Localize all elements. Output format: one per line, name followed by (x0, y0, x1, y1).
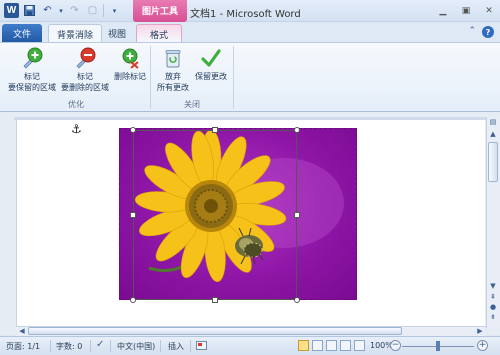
browse-object-icon[interactable]: ● (488, 303, 498, 312)
discard-label-2: 所有更改 (157, 83, 189, 92)
status-separator (110, 340, 111, 352)
group-separator (233, 46, 234, 109)
resize-handle-top-left[interactable] (130, 127, 136, 133)
mark-keep-label-2: 要保留的区域 (8, 83, 56, 92)
save-icon[interactable] (22, 3, 37, 18)
group-label-refine: 优化 (68, 100, 84, 109)
minimize-ribbon-icon[interactable]: ⌃ (468, 26, 476, 38)
delete-mark-button[interactable]: 删除标记 (112, 47, 148, 82)
horizontal-scroll-thumb[interactable] (28, 327, 402, 335)
minimize-icon[interactable]: ▁ (436, 4, 450, 17)
scroll-left-icon[interactable]: ◀ (17, 326, 27, 336)
print-layout-view-icon[interactable] (298, 340, 309, 351)
full-screen-reading-view-icon[interactable] (312, 340, 323, 351)
tab-view[interactable]: 视图 (100, 24, 134, 42)
mark-keep-icon (23, 47, 43, 69)
vertical-scroll-thumb[interactable] (488, 142, 498, 182)
next-page-icon[interactable]: ⇟ (488, 313, 498, 322)
previous-page-icon[interactable]: ⇞ (488, 293, 498, 302)
word-count[interactable]: 字数: 0 (56, 341, 82, 352)
resize-handle-top-right[interactable] (294, 127, 300, 133)
keep-region-selection[interactable] (133, 130, 297, 300)
status-separator (50, 340, 51, 352)
mark-areas-to-remove-button[interactable]: 标记 要删除的区域 (60, 47, 110, 93)
picture-tools-context-label: 图片工具 (133, 0, 187, 22)
close-icon[interactable]: ✕ (482, 4, 496, 17)
title-bar: W ↶ ▾ ↷ ▢ ▾ 图片工具 文档1 - Microsoft Word ▁ … (0, 0, 500, 22)
scroll-down-icon[interactable]: ▼ (488, 282, 498, 291)
status-separator (90, 340, 91, 352)
status-separator (190, 340, 191, 352)
undo-icon[interactable]: ↶ (40, 3, 55, 18)
discard-all-changes-button[interactable]: 放弃 所有更改 (154, 47, 192, 93)
word-app-icon[interactable]: W (4, 3, 19, 18)
mark-remove-label-2: 要删除的区域 (61, 83, 109, 92)
zoom-slider-thumb[interactable] (436, 341, 440, 351)
resize-handle-bottom-left[interactable] (130, 297, 136, 303)
scroll-right-icon[interactable]: ▶ (475, 326, 485, 336)
zoom-out-icon[interactable]: − (390, 340, 401, 351)
scroll-up-icon[interactable]: ▲ (488, 130, 498, 139)
group-label-close: 关闭 (184, 100, 200, 109)
mark-remove-icon (76, 47, 96, 69)
group-separator (150, 46, 151, 109)
ribbon-options: ⌃ ? (468, 26, 494, 38)
anchor-icon[interactable]: ⚓ (71, 122, 82, 136)
resize-handle-left[interactable] (130, 212, 136, 218)
mark-areas-to-keep-button[interactable]: 标记 要保留的区域 (6, 47, 58, 93)
checkmark-icon (201, 49, 221, 67)
zoom-in-icon[interactable]: + (477, 340, 488, 351)
resize-handle-bottom-right[interactable] (294, 297, 300, 303)
proofing-icon[interactable]: ✓ (96, 339, 104, 350)
tab-format[interactable]: 格式 (136, 24, 182, 42)
repeat-icon[interactable]: ▢ (85, 3, 100, 18)
window-title: 文档1 - Microsoft Word (190, 9, 301, 20)
status-bar: 页面: 1/1 字数: 0 ✓ 中文(中国) 插入 100% − + (0, 336, 500, 355)
delete-mark-label: 删除标记 (114, 72, 146, 81)
window-controls: ▁ ▣ ✕ (436, 4, 496, 17)
redo-icon[interactable]: ↷ (67, 3, 82, 18)
toolbar-separator (103, 4, 104, 17)
tab-file[interactable]: 文件 (2, 24, 42, 42)
draft-view-icon[interactable] (354, 340, 365, 351)
status-separator (160, 340, 161, 352)
restore-icon[interactable]: ▣ (459, 4, 473, 17)
customize-toolbar-icon[interactable]: ▾ (107, 3, 122, 18)
discard-label-1: 放弃 (165, 72, 181, 81)
resize-handle-top[interactable] (212, 127, 218, 133)
page-count[interactable]: 页面: 1/1 (6, 341, 40, 352)
language-indicator[interactable]: 中文(中国) (117, 341, 155, 352)
quick-access-toolbar: W ↶ ▾ ↷ ▢ ▾ (4, 3, 122, 18)
macro-recording-icon[interactable] (196, 340, 207, 353)
discard-changes-icon (165, 50, 181, 68)
mark-keep-label-1: 标记 (24, 72, 40, 81)
mark-remove-label-1: 标记 (77, 72, 93, 81)
help-icon[interactable]: ? (482, 26, 494, 38)
ribbon-tabs: 文件 背景消除 视图 格式 ⌃ ? (0, 22, 500, 42)
ruler-toggle-icon[interactable]: ▤ (488, 118, 498, 127)
resize-handle-right[interactable] (294, 212, 300, 218)
undo-dropdown-icon[interactable]: ▾ (58, 3, 64, 18)
web-layout-view-icon[interactable] (326, 340, 337, 351)
outline-view-icon[interactable] (340, 340, 351, 351)
resize-handle-bottom[interactable] (212, 297, 218, 303)
insert-mode[interactable]: 插入 (168, 341, 184, 352)
keep-changes-button[interactable]: 保留更改 (192, 47, 230, 82)
keep-changes-label: 保留更改 (195, 72, 227, 81)
ribbon-panel: 标记 要保留的区域 标记 要删除的区域 删除标记 优化 放弃 所有更改 保留更改… (0, 42, 500, 112)
tab-background-removal[interactable]: 背景消除 (48, 24, 103, 42)
delete-mark-icon (122, 48, 139, 69)
